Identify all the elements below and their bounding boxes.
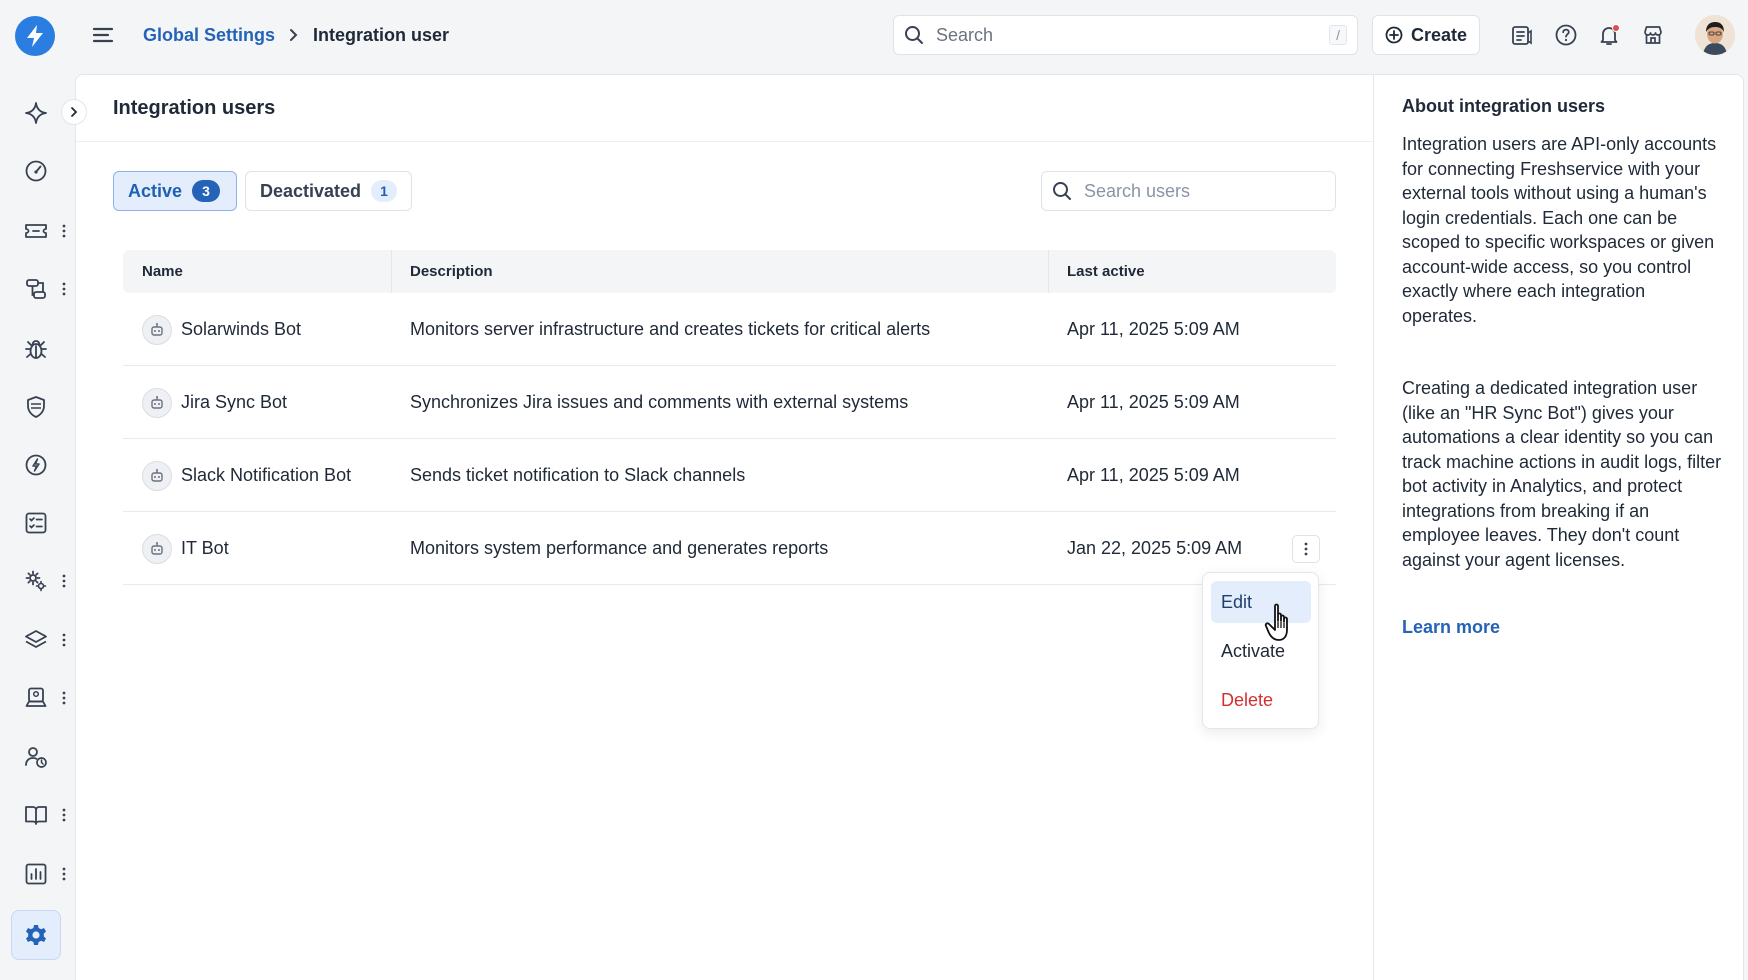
search-users-field[interactable] — [1041, 171, 1336, 211]
help-icon[interactable] — [1554, 23, 1578, 47]
about-paragraph-1: Integration users are API-only accounts … — [1402, 134, 1717, 326]
marketplace-store-icon[interactable] — [1641, 23, 1665, 47]
tab-active-count-badge: 3 — [192, 180, 221, 202]
robot-icon — [142, 460, 172, 491]
robot-icon — [142, 387, 172, 418]
user-last-active: Apr 11, 2025 5:09 AM — [1067, 392, 1240, 412]
book-icon[interactable] — [23, 802, 49, 828]
user-clock-icon[interactable] — [23, 744, 49, 770]
create-button-label: Create — [1410, 24, 1468, 45]
robot-icon — [142, 314, 172, 345]
user-name[interactable]: Jira Sync Bot — [181, 392, 287, 413]
page-title: Integration users — [113, 97, 276, 119]
user-name-cell: Solarwinds Bot — [142, 293, 301, 366]
about-panel-title: About integration users — [1402, 96, 1606, 116]
tab-active[interactable]: Active 3 — [113, 171, 237, 211]
create-button[interactable]: Create — [1372, 15, 1480, 55]
more-vertical-icon[interactable] — [60, 865, 68, 883]
user-name-cell: IT Bot — [142, 512, 229, 585]
top-bar: Global Settings Integration user Search … — [0, 0, 1748, 70]
column-header-name[interactable]: Name — [142, 250, 183, 293]
breadcrumb: Global Settings Integration user — [143, 22, 449, 48]
user-description: Monitors system performance and generate… — [410, 538, 829, 558]
tab-active-label: Active — [128, 180, 183, 201]
more-vertical-icon[interactable] — [60, 806, 68, 824]
column-header-description[interactable]: Description — [410, 250, 493, 293]
column-divider — [1048, 250, 1049, 293]
user-description: Monitors server infrastructure and creat… — [410, 319, 931, 339]
search-users-input[interactable] — [1084, 180, 1324, 202]
row-actions-menu: Edit Activate Delete — [1202, 572, 1319, 729]
search-shortcut-hint: / — [1329, 25, 1347, 45]
table-header: Name Description Last active — [123, 250, 1336, 293]
user-last-active: Apr 11, 2025 5:09 AM — [1067, 465, 1240, 485]
table-row[interactable]: IT Bot Monitors system performance and g… — [123, 512, 1336, 585]
notification-dot — [1612, 24, 1620, 32]
device-icon[interactable] — [23, 685, 49, 711]
search-icon — [1052, 181, 1072, 201]
global-search-placeholder: Search — [936, 24, 994, 45]
title-divider — [76, 141, 1373, 142]
more-vertical-icon[interactable] — [60, 631, 68, 649]
more-vertical-icon[interactable] — [60, 572, 68, 590]
hand-pointer-cursor-icon — [1264, 602, 1302, 646]
shield-icon[interactable] — [23, 394, 49, 420]
user-name-cell: Jira Sync Bot — [142, 366, 287, 439]
search-icon — [904, 25, 924, 45]
user-name[interactable]: IT Bot — [181, 538, 229, 559]
chevron-right-icon — [69, 106, 79, 118]
checklist-icon[interactable] — [23, 510, 49, 536]
change-icon[interactable] — [23, 452, 49, 478]
layers-icon[interactable] — [23, 627, 49, 653]
breadcrumb-current: Integration user — [313, 24, 450, 45]
workflow-icon[interactable] — [23, 276, 49, 302]
settings-gear-icon[interactable] — [23, 922, 49, 948]
plus-circle-icon — [1385, 26, 1411, 44]
user-name-cell: Slack Notification Bot — [142, 439, 351, 512]
service-gear-icon[interactable] — [23, 568, 49, 594]
more-vertical-icon[interactable] — [60, 222, 68, 240]
tab-deactivated-label: Deactivated — [260, 180, 362, 201]
tab-deactivated-count-badge: 1 — [371, 180, 398, 202]
more-vertical-icon[interactable] — [60, 689, 68, 707]
user-name[interactable]: Solarwinds Bot — [181, 319, 301, 340]
report-chart-icon[interactable] — [23, 861, 49, 887]
user-last-active: Apr 11, 2025 5:09 AM — [1067, 319, 1240, 339]
breadcrumb-global-settings[interactable]: Global Settings — [143, 25, 275, 46]
gauge-icon[interactable] — [23, 158, 49, 184]
user-description: Synchronizes Jira issues and comments wi… — [410, 392, 909, 412]
row-actions-button[interactable] — [1292, 535, 1320, 563]
menu-item-delete[interactable]: Delete — [1211, 679, 1311, 721]
ticket-icon[interactable] — [23, 218, 49, 244]
more-vertical-icon[interactable] — [60, 280, 68, 298]
column-divider — [391, 250, 392, 293]
announcement-list-icon[interactable] — [1510, 23, 1534, 47]
expand-sidebar-button[interactable] — [61, 99, 87, 125]
sparkle-icon[interactable] — [23, 100, 49, 126]
more-vertical-icon — [1303, 541, 1309, 557]
learn-more-link[interactable]: Learn more — [1402, 617, 1500, 638]
bug-icon[interactable] — [23, 336, 49, 362]
tab-deactivated[interactable]: Deactivated 1 — [245, 171, 412, 211]
table-row[interactable]: Solarwinds Bot Monitors server infrastru… — [123, 293, 1336, 366]
menu-icon[interactable] — [90, 22, 116, 48]
global-search-input[interactable]: Search / — [893, 15, 1358, 55]
user-description: Sends ticket notification to Slack chann… — [410, 465, 746, 485]
column-header-last-active[interactable]: Last active — [1067, 250, 1145, 293]
user-name[interactable]: Slack Notification Bot — [181, 465, 351, 486]
table-row[interactable]: Slack Notification Bot Sends ticket noti… — [123, 439, 1336, 512]
chevron-right-icon — [289, 28, 299, 42]
user-avatar[interactable] — [1695, 15, 1735, 55]
table-row[interactable]: Jira Sync Bot Synchronizes Jira issues a… — [123, 366, 1336, 439]
lightning-bolt-icon[interactable] — [15, 16, 55, 56]
about-paragraph-2: Creating a dedicated integration user (l… — [1402, 378, 1722, 570]
robot-icon — [142, 533, 172, 564]
